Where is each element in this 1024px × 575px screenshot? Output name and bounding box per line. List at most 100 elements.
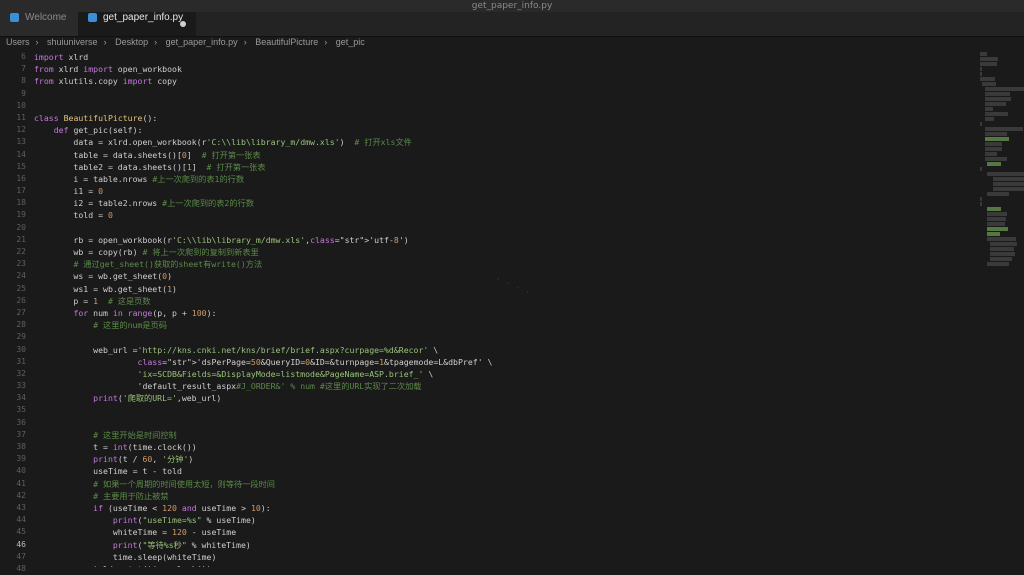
line-number-gutter: 6 7 8 9 10 11 12 13 14 15 16 17 18 19 20 21 22 23 24 25 26 27… — [0, 51, 34, 573]
code-line[interactable]: print('爬取的URL=',web_url) — [34, 392, 978, 404]
code-line[interactable] — [34, 100, 978, 112]
minimap-line — [989, 247, 1015, 251]
line-number: 21 — [16, 234, 26, 244]
line-number: 40 — [16, 466, 26, 476]
code-line[interactable]: print(t / 60, '分钟') — [34, 453, 978, 465]
code-line[interactable]: p = 1 # 这是页数 — [34, 295, 978, 307]
code-line[interactable]: # 这里开始是时间控制 — [34, 429, 978, 441]
line-number: 11 — [16, 112, 26, 122]
code-line[interactable]: table2 = data.sheets()[1] # 打开第一张表 — [34, 161, 978, 173]
line-number: 36 — [16, 417, 26, 427]
code-line[interactable]: i = table.nrows #上一次爬到的表1的行数 — [34, 173, 978, 185]
code-line[interactable]: # 这里的num是页码 — [34, 319, 978, 331]
breadcrumb-item[interactable]: get_pic — [336, 37, 365, 47]
code-line[interactable]: t = int(time.clock()) — [34, 441, 978, 453]
code-line[interactable]: if (useTime < 120 and useTime > 10): — [34, 502, 978, 514]
minimap-line — [980, 57, 998, 61]
minimap-line — [992, 177, 1024, 181]
breadcrumb-item[interactable]: BeautifulPicture — [255, 37, 318, 47]
code-line[interactable]: useTime = t - told — [34, 465, 978, 477]
line-number: 39 — [16, 454, 26, 464]
chevron-right-icon: › — [154, 37, 158, 47]
line-number: 16 — [16, 173, 26, 183]
breadcrumb-item[interactable]: shuiuniverse — [47, 37, 98, 47]
code-editor[interactable]: import xlrd from xlrd import open_workboo… — [34, 51, 978, 567]
line-number: 10 — [16, 100, 26, 110]
line-number: 48 — [16, 563, 26, 573]
minimap-line — [984, 92, 1010, 96]
line-number: 44 — [16, 515, 26, 525]
code-line[interactable]: told = int(time.clock()) — [34, 563, 978, 567]
minimap-line — [980, 72, 982, 76]
code-line[interactable]: rb = open_workbook(r'C:\\lib\library_m/d… — [34, 234, 978, 246]
minimap-line — [980, 167, 982, 171]
line-number: 46 — [16, 539, 26, 549]
line-number: 17 — [16, 186, 26, 196]
code-line[interactable]: table = data.sheets()[0] # 打开第一张表 — [34, 149, 978, 161]
line-number: 33 — [16, 381, 26, 391]
code-line[interactable]: 'ix=SCDB&Fields=&DisplayMode=listmode&Pa… — [34, 368, 978, 380]
code-line[interactable]: time.sleep(whiteTime) — [34, 551, 978, 563]
minimap-line — [984, 117, 995, 121]
code-line[interactable]: import xlrd — [34, 51, 978, 63]
code-line[interactable]: print("useTime=%s" % useTime) — [34, 514, 978, 526]
code-line[interactable]: class="str">'dsPerPage=50&QueryID=0&ID=&… — [34, 356, 978, 368]
code-line[interactable]: print("等待%s秒" % whiteTime) — [34, 539, 978, 551]
breadcrumb-item[interactable]: get_paper_info.py — [166, 37, 238, 47]
breadcrumb: Users › shuiuniverse › Desktop › get_paper_… — [0, 37, 1024, 51]
code-line[interactable] — [34, 88, 978, 100]
code-line[interactable]: whiteTime = 120 - useTime — [34, 526, 978, 538]
minimap-line — [987, 212, 1007, 216]
code-line[interactable]: for num in range(p, p + 100): — [34, 307, 978, 319]
minimap-line — [987, 237, 1016, 241]
tab-welcome[interactable]: Welcome — [0, 12, 78, 36]
minimap-line — [984, 112, 1008, 116]
minimap-line — [987, 222, 1006, 226]
breadcrumb-item[interactable]: Users — [6, 37, 30, 47]
tab-bar: Welcome get_paper_info.py — [0, 12, 1024, 37]
code-line[interactable]: wb = copy(rb) # 将上一次爬到的复制到新表里 — [34, 246, 978, 258]
code-line[interactable] — [34, 222, 978, 234]
code-line[interactable]: told = 0 — [34, 209, 978, 221]
minimap-line — [984, 107, 994, 111]
minimap[interactable] — [980, 51, 1024, 381]
code-line[interactable]: from xlrd import open_workbook — [34, 63, 978, 75]
tab-welcome-label: Welcome — [25, 12, 67, 23]
line-number: 47 — [16, 551, 26, 561]
line-number: 23 — [16, 259, 26, 269]
code-line[interactable] — [34, 404, 978, 416]
minimap-line — [980, 62, 998, 66]
code-line[interactable]: # 通过get_sheet()获取的sheet有write()方法 — [34, 258, 978, 270]
minimap-line — [987, 227, 1009, 231]
code-line[interactable]: data = xlrd.open_workbook(r'C:\\lib\libr… — [34, 136, 978, 148]
tab-get-paper-info[interactable]: get_paper_info.py — [78, 12, 196, 36]
code-line[interactable]: 'default_result_aspx#J_ORDER&' % num #这里… — [34, 380, 978, 392]
minimap-line — [992, 182, 1024, 186]
breadcrumb-item[interactable]: Desktop — [115, 37, 148, 47]
unsaved-dot-icon[interactable] — [180, 21, 186, 27]
python-file-icon — [88, 12, 97, 22]
code-line[interactable] — [34, 417, 978, 429]
minimap-line — [984, 102, 1007, 106]
minimap-line — [982, 82, 996, 86]
code-line[interactable]: i1 = 0 — [34, 185, 978, 197]
code-line[interactable]: web_url ='http://kns.cnki.net/kns/brief/… — [34, 344, 978, 356]
line-number: 43 — [16, 502, 26, 512]
code-line[interactable]: # 如果一个周期的时间使用太短，则等待一段时间 — [34, 478, 978, 490]
code-line[interactable]: class BeautifulPicture(): — [34, 112, 978, 124]
code-line[interactable]: i2 = table2.nrows #上一次爬到的表2的行数 — [34, 197, 978, 209]
chevron-right-icon: › — [35, 37, 39, 47]
chevron-right-icon: › — [243, 37, 247, 47]
minimap-line — [987, 232, 1001, 236]
code-line[interactable]: from xlutils.copy import copy — [34, 75, 978, 87]
line-number: 12 — [16, 125, 26, 135]
chevron-right-icon: › — [324, 37, 328, 47]
code-line[interactable]: # 主要用于防止被禁 — [34, 490, 978, 502]
code-line[interactable]: def get_pic(self): — [34, 124, 978, 136]
minimap-line — [987, 207, 1001, 211]
line-number: 24 — [16, 271, 26, 281]
minimap-line — [980, 52, 987, 56]
minimap-line — [984, 147, 1003, 151]
code-line[interactable] — [34, 331, 978, 343]
line-number: 45 — [16, 527, 26, 537]
